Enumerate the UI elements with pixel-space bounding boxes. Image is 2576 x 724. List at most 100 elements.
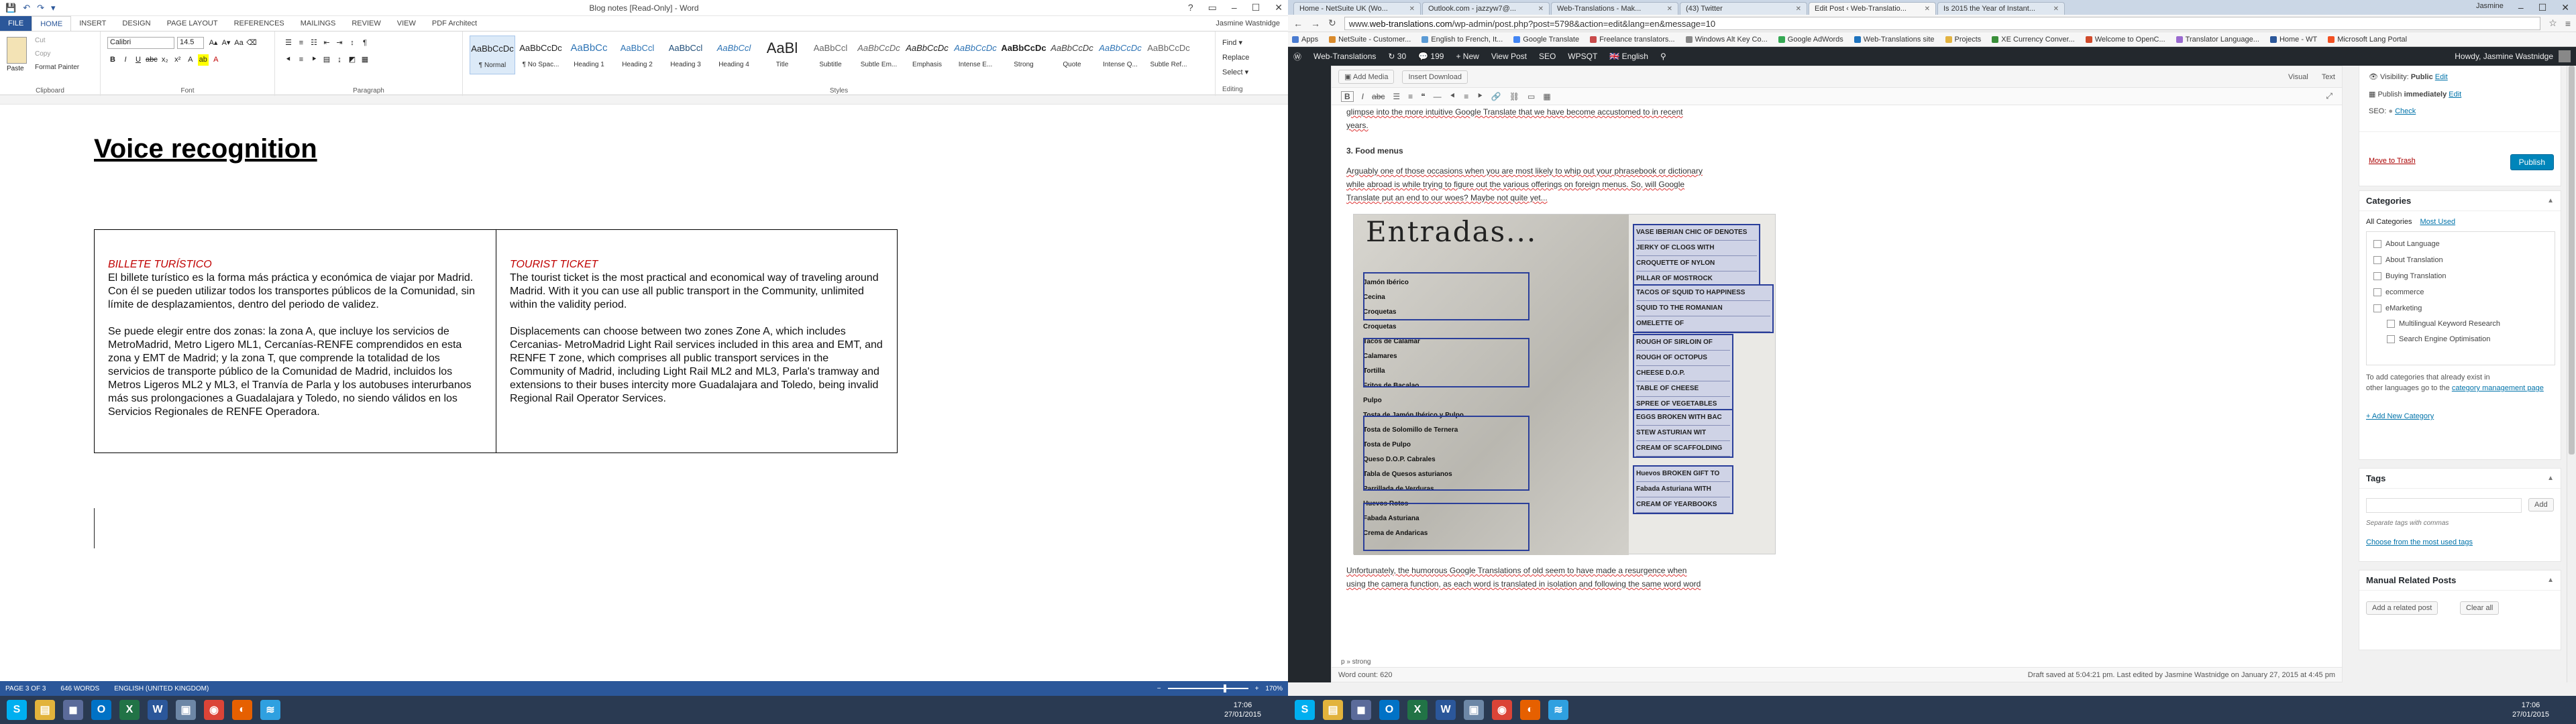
zoom-level[interactable]: 170% [1265,685,1283,692]
tab-most-used[interactable]: Most Used [2420,218,2455,226]
style-subtle-reference[interactable]: AaBbCcDc Subtle Ref... [1146,36,1191,74]
move-to-trash-link[interactable]: Move to Trash [2369,157,2416,165]
table-cell-spanish[interactable]: BILLETE TURÍSTICO El billete turístico e… [95,230,496,452]
clock[interactable]: 17:06 27/01/2015 [1224,701,1281,719]
align-center-icon[interactable]: ≡ [296,54,307,66]
zoom-slider[interactable] [1167,684,1248,692]
word-count[interactable]: 646 WORDS [60,685,99,692]
excel-icon[interactable]: X [119,700,140,720]
close-icon[interactable]: ✕ [1667,5,1672,13]
insert-download-button[interactable]: Insert Download [1402,70,1468,84]
close-icon[interactable]: ✕ [2053,5,2059,13]
bookmark[interactable]: Translator Language... [2176,36,2259,44]
numbered-list-icon[interactable]: ≡ [1408,92,1413,101]
add-new-category-link[interactable]: + Add New Category [2366,412,2434,420]
font-size-box[interactable]: 14.5 [177,37,204,49]
tab-visual[interactable]: Visual [2288,73,2308,81]
style-title[interactable]: AaBl Title [759,36,805,74]
bookmark[interactable]: Apps [1292,36,1318,44]
visibility-edit-link[interactable]: Edit [2435,73,2448,81]
style-heading-2[interactable]: AaBbCcl Heading 2 [614,36,660,74]
tab-text[interactable]: Text [2322,73,2335,81]
close-icon[interactable]: ✕ [1538,5,1544,13]
skype-icon[interactable]: S [7,700,27,720]
tab-file[interactable]: FILE [0,16,32,31]
checkbox[interactable] [2387,335,2395,343]
italic-icon[interactable]: I [120,54,131,66]
bookmark[interactable]: Google AdWords [1778,36,1843,44]
checkbox[interactable] [2373,256,2381,264]
wpsqt-link[interactable]: WPSQT [1568,52,1597,61]
decrease-indent-icon[interactable]: ⇤ [321,38,332,49]
style-subtle-emphasis[interactable]: AaBbCcDc Subtle Em... [856,36,902,74]
address-bar[interactable]: www.web-translations.com/wp-admin/post.p… [1344,16,2541,30]
grow-font-icon[interactable]: A▴ [208,38,219,49]
wifi-icon[interactable]: ≋ [260,700,280,720]
tags-header[interactable]: Tags ▲ [2359,469,2561,489]
bookmark[interactable]: Microsoft Lang Portal [2328,36,2407,44]
category-management-link[interactable]: category management page [2452,384,2544,392]
style-no-spacing[interactable]: AaBbCcDc ¶ No Spac... [518,36,564,74]
bookmark[interactable]: Freelance translators... [1590,36,1675,44]
browser-tab[interactable]: Is 2015 the Year of Instant... ✕ [1937,2,2065,15]
bookmark[interactable]: NetSuite - Customer... [1329,36,1411,44]
tab-page-layout[interactable]: PAGE LAYOUT [159,16,226,31]
minimize-button[interactable]: – [2518,2,2524,13]
sort-icon[interactable]: ↕ [347,38,358,49]
close-icon[interactable]: ✕ [1409,5,1415,13]
checkbox[interactable] [2373,304,2381,312]
browser-tab[interactable]: (43) Twitter ✕ [1680,2,1807,15]
scrollbar-thumb[interactable] [2569,66,2575,455]
clear-format-icon[interactable]: ⌫ [246,38,257,49]
underline-icon[interactable]: U [133,54,144,66]
tab-view[interactable]: VIEW [389,16,424,31]
firefox-icon[interactable]: ◐ [232,700,252,720]
tab-design[interactable]: DESIGN [114,16,158,31]
undo-icon[interactable]: ↶ [23,3,30,13]
align-left-icon[interactable]: ⯇ [283,54,294,66]
word-icon[interactable]: W [148,700,168,720]
bookmark[interactable]: Web-Translations site [1854,36,1935,44]
comments-link[interactable]: 💬 199 [1418,52,1444,61]
font-color-icon[interactable]: A [211,54,221,66]
maximize-button[interactable]: ☐ [1252,2,1260,13]
more-tag-icon[interactable]: ▭ [1527,92,1535,101]
style-strong[interactable]: AaBbCcDc Strong [1001,36,1046,74]
close-icon[interactable]: ✕ [1796,5,1801,13]
paste-icon[interactable] [7,37,27,64]
replace-button[interactable]: Replace [1222,50,1249,65]
add-tag-button[interactable]: Add [2528,498,2554,511]
explorer-icon[interactable]: ▤ [35,700,55,720]
wordpress-logo-icon[interactable]: Ⓦ [1293,51,1301,62]
outlook-icon[interactable]: O [91,700,111,720]
page-count[interactable]: PAGE 3 OF 3 [5,685,46,692]
show-marks-icon[interactable]: ¶ [360,38,370,49]
category-item[interactable]: ecommerce [2373,284,2548,300]
app2-icon[interactable]: ▣ [176,700,196,720]
chrome-icon[interactable]: ◉ [1492,700,1512,720]
checkbox[interactable] [2373,272,2381,280]
increase-indent-icon[interactable]: ⇥ [334,38,345,49]
category-item[interactable]: Buying Translation [2373,268,2548,284]
customize-qat-icon[interactable]: ▾ [51,3,56,13]
style-quote[interactable]: AaBbCcDc Quote [1049,36,1095,74]
outlook-icon[interactable]: O [1379,700,1399,720]
tab-home[interactable]: HOME [32,16,72,31]
menu-icon[interactable]: ≡ [2565,18,2571,29]
tab-pdf-architect[interactable]: PDF Architect [424,16,485,31]
site-name-link[interactable]: Web-Translations [1313,52,1376,61]
tag-input[interactable] [2366,498,2522,513]
bookmark[interactable]: Projects [1945,36,1981,44]
editor-content[interactable]: glimpse into the more intuitive Google T… [1332,105,2342,668]
zoom-out-icon[interactable]: − [1157,685,1161,692]
document-canvas[interactable]: Voice recognition BILLETE TURÍSTICO El b… [0,106,1288,681]
word-icon[interactable]: W [1436,700,1456,720]
checkbox[interactable] [2387,320,2395,328]
tab-insert[interactable]: INSERT [71,16,114,31]
cut-button[interactable]: Cut [35,37,46,44]
strikethrough-icon[interactable]: abc [146,54,158,66]
tab-all-categories[interactable]: All Categories [2366,218,2412,226]
line-spacing-icon[interactable]: ↨ [334,54,345,66]
skype-icon[interactable]: S [1295,700,1315,720]
copy-button[interactable]: Copy [35,50,50,58]
